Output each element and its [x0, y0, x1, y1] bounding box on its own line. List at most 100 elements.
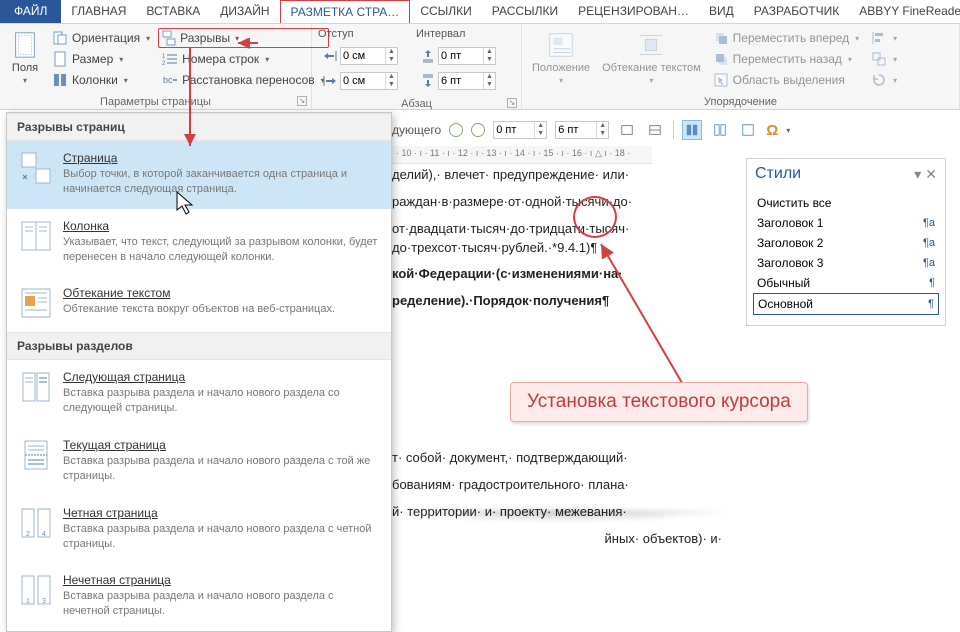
toolbar2-sp1[interactable] — [494, 124, 534, 136]
selection-pane-icon — [713, 72, 729, 88]
spinner-down-icon[interactable]: ▼ — [484, 56, 495, 64]
line-numbers-button[interactable]: 12 Номера строк▾ — [158, 49, 329, 69]
tab-review[interactable]: РЕЦЕНЗИРОВАН… — [568, 0, 699, 23]
break-next-page[interactable]: Следующая страницаВставка разрыва раздел… — [7, 360, 391, 428]
styles-pane-title: Стили — [755, 165, 801, 183]
tab-references[interactable]: ССЫЛКИ — [410, 0, 481, 23]
position-label: Положение — [532, 62, 590, 74]
tab-design[interactable]: ДИЗАЙН — [210, 0, 279, 23]
item-desc: Указывает, что текст, следующий за разры… — [63, 235, 379, 265]
breaks-icon — [161, 30, 177, 46]
toolbar-icon-2[interactable] — [645, 120, 665, 140]
radio-icon[interactable] — [471, 123, 485, 137]
style-heading-2[interactable]: Заголовок 2¶a — [753, 233, 939, 253]
orientation-button[interactable]: Ориентация▾ — [48, 28, 154, 48]
svg-text:2: 2 — [26, 531, 30, 538]
space-before[interactable]: ▲▼ — [416, 45, 500, 67]
spinner-down-icon[interactable]: ▼ — [386, 56, 397, 64]
dialog-launcher-icon[interactable]: ↘ — [507, 98, 517, 108]
doc-line: бованиям· градостроительного· плана· — [392, 477, 629, 492]
close-icon[interactable]: ✕ — [925, 166, 937, 183]
group-button[interactable]: ▾ — [867, 49, 901, 69]
hyphenation-label: Расстановка переносов — [182, 73, 315, 87]
break-text-wrapping[interactable]: Обтекание текстомОбтекание текста вокруг… — [7, 276, 391, 332]
tab-view[interactable]: ВИД — [699, 0, 744, 23]
selection-pane-button[interactable]: Область выделения — [709, 70, 864, 90]
item-title: Обтекание текстом — [63, 286, 335, 300]
orientation-icon — [52, 30, 68, 46]
position-button[interactable]: Положение▾ — [528, 28, 594, 87]
tab-home[interactable]: ГЛАВНАЯ — [61, 0, 136, 23]
dialog-launcher-icon[interactable]: ↘ — [297, 96, 307, 106]
align-button[interactable]: ▾ — [867, 28, 901, 48]
position-icon — [546, 30, 576, 60]
chevron-down-icon[interactable]: ▾ — [786, 126, 790, 135]
breaks-button[interactable]: Разрывы▾ — [158, 28, 329, 48]
spinner-down-icon[interactable]: ▼ — [386, 81, 397, 89]
tab-abbyy[interactable]: ABBYY FineReader… — [849, 0, 960, 23]
hyphenation-button[interactable]: bc Расстановка переносов▾ — [158, 70, 329, 90]
spinner-up-icon[interactable]: ▲ — [386, 73, 397, 81]
style-heading-1[interactable]: Заголовок 1¶a — [753, 213, 939, 233]
wrap-text-label: Обтекание текстом — [602, 62, 701, 74]
break-column[interactable]: КолонкаУказывает, что текст, следующий з… — [7, 209, 391, 277]
document-area[interactable]: делий),· влечет· предупреждение· или· ра… — [392, 166, 722, 556]
indent-right[interactable]: ▲▼ — [318, 70, 402, 92]
page-break-icon — [19, 151, 53, 185]
size-button[interactable]: Размер▾ — [48, 49, 154, 69]
tab-page-layout[interactable]: РАЗМЕТКА СТРА… — [280, 0, 411, 23]
indent-left[interactable]: ▲▼ — [318, 45, 402, 67]
columns-button[interactable]: Колонки▾ — [48, 70, 154, 90]
toolbar-icon-4[interactable] — [710, 120, 730, 140]
space-after[interactable]: ▲▼ — [416, 70, 500, 92]
bring-forward-button[interactable]: Переместить вперед▾ — [709, 28, 864, 48]
style-normal[interactable]: Обычный¶ — [753, 273, 939, 293]
style-main[interactable]: Основной¶ — [753, 293, 939, 315]
break-even-page[interactable]: 24 Четная страницаВставка разрыва раздел… — [7, 496, 391, 564]
toolbar-icon-1[interactable] — [617, 120, 637, 140]
spinner-down-icon[interactable]: ▼ — [535, 130, 546, 138]
indent-right-input[interactable] — [341, 75, 385, 87]
break-odd-page[interactable]: 13 Нечетная страницаВставка разрыва разд… — [7, 563, 391, 631]
group-icon — [871, 51, 887, 67]
space-before-input[interactable] — [439, 50, 483, 62]
styles-options-icon[interactable]: ▾ — [914, 166, 921, 183]
spinner-up-icon[interactable]: ▲ — [484, 48, 495, 56]
svg-text:1: 1 — [162, 54, 166, 60]
break-continuous[interactable]: Текущая страницаВставка разрыва раздела … — [7, 428, 391, 496]
style-clear-all[interactable]: Очистить все — [753, 193, 939, 213]
radio-icon[interactable] — [449, 123, 463, 137]
tab-file[interactable]: ФАЙЛ — [0, 0, 61, 23]
svg-text:1: 1 — [26, 598, 30, 605]
toolbar-icon-5[interactable] — [738, 120, 758, 140]
send-backward-button[interactable]: Переместить назад▾ — [709, 49, 864, 69]
tab-developer[interactable]: РАЗРАБОТЧИК — [744, 0, 850, 23]
spinner-up-icon[interactable]: ▲ — [535, 122, 546, 130]
selection-pane-label: Область выделения — [733, 73, 845, 87]
tab-insert[interactable]: ВСТАВКА — [136, 0, 210, 23]
style-heading-3[interactable]: Заголовок 3¶a — [753, 253, 939, 273]
omega-icon[interactable]: Ω — [766, 122, 778, 139]
ribbon: Поля ▾ Ориентация▾ Размер▾ Колонки▾ — [0, 24, 960, 110]
tab-mailings[interactable]: РАССЫЛКИ — [482, 0, 568, 23]
margins-button[interactable]: Поля ▾ — [6, 28, 44, 87]
space-after-input[interactable] — [439, 75, 483, 87]
spinner-down-icon[interactable]: ▼ — [484, 81, 495, 89]
horizontal-ruler[interactable]: · 10 · ı · 11 · ı · 12 · ı · 13 · ı · 14… — [392, 146, 652, 164]
spinner-down-icon[interactable]: ▼ — [597, 130, 608, 138]
indent-left-input[interactable] — [341, 50, 385, 62]
toolbar-icon-3[interactable] — [682, 120, 702, 140]
spinner-up-icon[interactable]: ▲ — [597, 122, 608, 130]
svg-text:2: 2 — [162, 61, 166, 67]
even-page-break-icon: 24 — [19, 506, 53, 540]
wrap-text-button[interactable]: Обтекание текстом▾ — [598, 28, 705, 87]
send-backward-icon — [713, 51, 729, 67]
spinner-up-icon[interactable]: ▲ — [484, 73, 495, 81]
hyphenation-icon: bc — [162, 72, 178, 88]
rotate-button[interactable]: ▾ — [867, 70, 901, 90]
doc-line: й· территории· и· проекту· межевания· — [392, 504, 627, 519]
break-page[interactable]: СтраницаВыбор точки, в которой заканчива… — [7, 141, 391, 209]
ribbon-tabs: ФАЙЛ ГЛАВНАЯ ВСТАВКА ДИЗАЙН РАЗМЕТКА СТР… — [0, 0, 960, 24]
spinner-up-icon[interactable]: ▲ — [386, 48, 397, 56]
toolbar2-sp2[interactable] — [556, 124, 596, 136]
